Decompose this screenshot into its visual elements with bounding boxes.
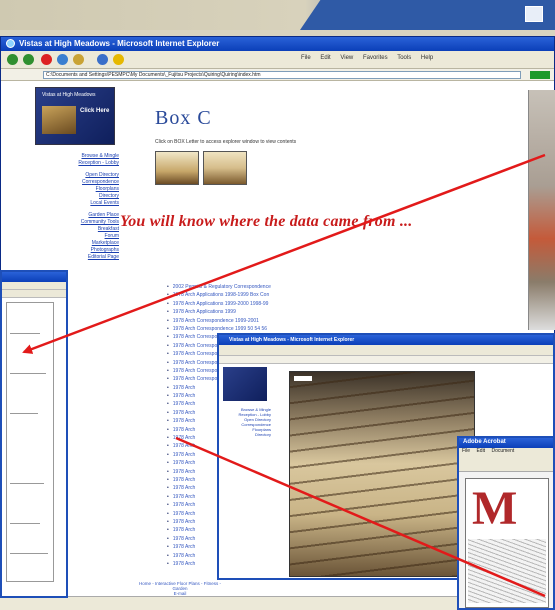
refresh-button-icon[interactable]	[57, 54, 68, 65]
secondary-nav-banner[interactable]	[223, 367, 267, 401]
window-corner-icon	[525, 6, 543, 22]
favorites-button-icon[interactable]	[113, 54, 124, 65]
nav-link[interactable]: Forum	[31, 233, 119, 240]
menu-view[interactable]: View	[340, 55, 353, 61]
nav-links: Browse & Mingle Reception - Lobby Open D…	[31, 153, 119, 261]
acrobat-title: Adobe Acrobat	[459, 438, 553, 448]
nav-banner-title: Vistas at High Meadows	[42, 92, 96, 98]
menu-file[interactable]: File	[301, 55, 311, 61]
nav-link[interactable]: Browse & Mingle	[31, 153, 119, 160]
secondary-nav-link[interactable]: Directory	[223, 432, 271, 437]
secondary-window-toolbar	[219, 345, 553, 356]
instruction-text: Click on BOX Letter to access explorer w…	[155, 139, 297, 145]
file-list-item[interactable]: 1978 Arch Applications 1999-2000 1998-99	[167, 300, 327, 308]
nav-link[interactable]: Directory	[31, 193, 119, 200]
doc-line	[10, 483, 44, 484]
acrobat-document: M	[465, 478, 549, 608]
back-button-icon[interactable]	[7, 54, 18, 65]
acrobat-scan-texture	[468, 539, 546, 603]
left-window-toolbar	[2, 290, 66, 298]
desktop-top-strip	[0, 0, 555, 30]
menu-favorites[interactable]: Favorites	[363, 55, 388, 61]
box-thumbnail-1[interactable]	[155, 151, 199, 185]
nav-banner-photo	[42, 106, 76, 134]
forward-button-icon[interactable]	[23, 54, 34, 65]
nav-link[interactable]: Garden Place	[31, 212, 119, 219]
nav-link[interactable]: Community Tools	[31, 219, 119, 226]
header-tab-shape	[300, 0, 555, 30]
right-photo-partial	[528, 90, 555, 330]
address-bar: C:\Documents and Settings\PESMPC\My Docu…	[1, 69, 554, 81]
box-thumbnail-2[interactable]	[203, 151, 247, 185]
search-button-icon[interactable]	[97, 54, 108, 65]
photo-label	[294, 376, 312, 381]
nav-link[interactable]: Marketplace	[31, 240, 119, 247]
file-list-item[interactable]: 2002 Permits & Regulatory Correspondence	[167, 283, 327, 291]
address-input[interactable]: C:\Documents and Settings\PESMPC\My Docu…	[43, 71, 521, 79]
go-button[interactable]	[530, 71, 550, 79]
ie-icon	[6, 39, 15, 48]
doc-line	[10, 413, 38, 414]
nav-banner-click: Click Here	[80, 108, 110, 114]
stop-button-icon[interactable]	[41, 54, 52, 65]
footer-nav-links[interactable]: Home - Interactive Floor Plans - Fitness…	[135, 581, 225, 591]
acrobat-window: Adobe Acrobat File Edit Document M	[457, 436, 555, 610]
acrobat-menu: File Edit Document	[459, 448, 553, 456]
acrobat-letter: M	[472, 482, 518, 535]
left-window-titlebar	[2, 272, 66, 282]
nav-banner[interactable]: Vistas at High Meadows Click Here	[35, 87, 115, 145]
menu-tools[interactable]: Tools	[397, 55, 411, 61]
secondary-window-sidebar: Browse & Mingle Reception - Lobby Open D…	[223, 367, 271, 577]
nav-link[interactable]: Breakfast	[31, 226, 119, 233]
footer-links: Home - Interactive Floor Plans - Fitness…	[135, 581, 225, 596]
menu-edit[interactable]: Edit	[320, 55, 330, 61]
nav-link[interactable]: Reception - Lobby	[31, 160, 119, 167]
nav-link[interactable]: Photographs	[31, 247, 119, 254]
page-title: Box C	[155, 107, 212, 129]
left-window-document	[6, 302, 54, 582]
acrobat-menu-document[interactable]: Document	[491, 448, 514, 454]
main-window-title: Vistas at High Meadows - Microsoft Inter…	[19, 39, 220, 48]
doc-line	[10, 333, 40, 334]
nav-link[interactable]: Local Events	[31, 200, 119, 207]
menu-bar: File Edit View Favorites Tools Help	[301, 55, 441, 61]
secondary-window-title: Vistas at High Meadows - Microsoft Inter…	[219, 335, 553, 345]
secondary-nav-links: Browse & Mingle Reception - Lobby Open D…	[223, 407, 271, 437]
nav-link[interactable]: Floorplans	[31, 186, 119, 193]
acrobat-menu-edit[interactable]: Edit	[476, 448, 485, 454]
browser-toolbar: File Edit View Favorites Tools Help	[1, 51, 554, 69]
file-list-item[interactable]: 1978 Arch Applications 1998-1999 Box Con	[167, 291, 327, 299]
file-box-photo	[289, 371, 475, 577]
nav-link[interactable]: Editorial Page	[31, 254, 119, 261]
menu-help[interactable]: Help	[421, 55, 433, 61]
nav-link[interactable]: Open Directory	[31, 172, 119, 179]
acrobat-toolbar	[459, 456, 553, 472]
nav-link[interactable]: Correspondence	[31, 179, 119, 186]
doc-line	[10, 553, 48, 554]
file-list-item[interactable]: 1978 Arch Correspondence 1999-2001	[167, 317, 327, 325]
home-button-icon[interactable]	[73, 54, 84, 65]
secondary-window-address	[219, 356, 553, 364]
headline-overlay: You will know where the data came from .…	[120, 213, 413, 230]
left-window-menubar	[2, 282, 66, 290]
acrobat-menu-file[interactable]: File	[462, 448, 470, 454]
file-list-item[interactable]: 1978 Arch Applications 1999	[167, 308, 327, 316]
doc-line	[10, 523, 40, 524]
left-document-window	[0, 270, 68, 598]
doc-line	[10, 373, 46, 374]
main-window-titlebar: Vistas at High Meadows - Microsoft Inter…	[1, 37, 554, 51]
